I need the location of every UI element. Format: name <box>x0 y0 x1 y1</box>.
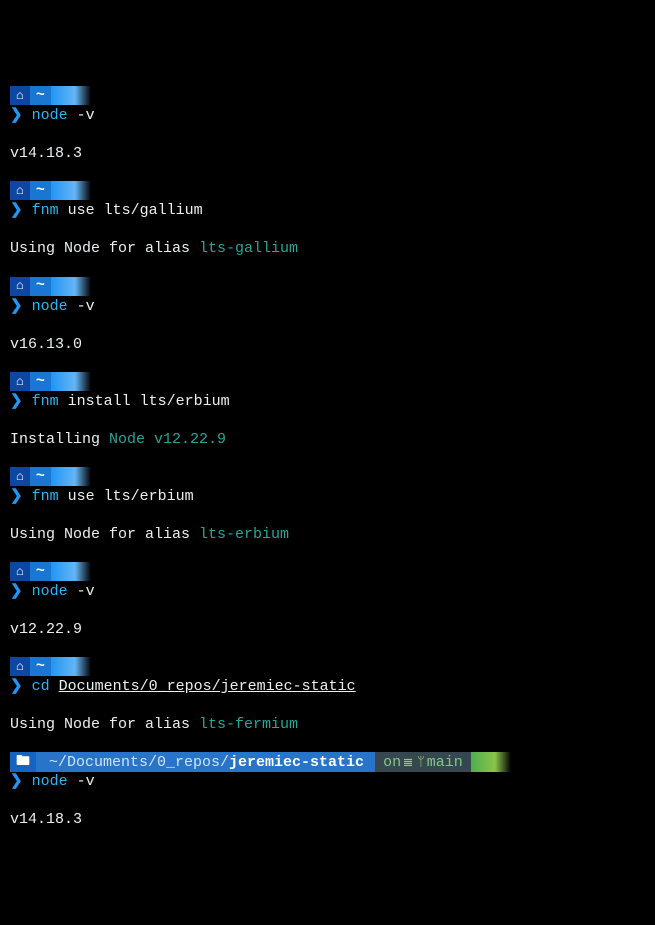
prompt-arrow: ❯ <box>10 202 23 219</box>
command-args: use lts/erbium <box>68 488 194 505</box>
prompt-line[interactable]: ❯ node -v <box>10 772 645 791</box>
cwd-tilde: ~ <box>30 277 51 296</box>
command-path-arg: Documents/0_repos/jeremiec-static <box>59 678 356 695</box>
output-alias: Node v12.22.9 <box>109 431 226 448</box>
terminal-block: ~/Documents/0_repos/jeremiec-static on m… <box>10 752 645 829</box>
output-line: Using Node for alias lts-gallium <box>10 240 298 257</box>
command-binary: cd <box>32 678 50 695</box>
terminal-block: ~ ❯ fnm install lts/erbium Installing No… <box>10 372 645 449</box>
prompt-line[interactable]: ❯ fnm use lts/erbium <box>10 487 645 506</box>
prompt-arrow: ❯ <box>10 678 23 695</box>
home-icon <box>10 277 30 296</box>
command-binary: node <box>32 107 68 124</box>
command-args: -v <box>77 583 95 600</box>
output-line: v14.18.3 <box>10 145 82 162</box>
prompt-line[interactable]: ❯ node -v <box>10 106 645 125</box>
cwd-badge: ~ <box>10 372 91 391</box>
branch-icon <box>415 753 427 772</box>
command-binary: fnm <box>32 393 59 410</box>
git-icon <box>401 753 415 772</box>
prompt-arrow: ❯ <box>10 583 23 600</box>
output-line: v14.18.3 <box>10 811 82 828</box>
command-args: install lts/erbium <box>68 393 230 410</box>
cwd-tilde: ~ <box>30 562 51 581</box>
cwd-badge: ~ <box>10 181 91 200</box>
command-binary: node <box>32 298 68 315</box>
badge-fade <box>51 181 91 200</box>
output-alias: lts-gallium <box>199 240 298 257</box>
terminal-block: ~ ❯ node -v v12.22.9 <box>10 562 645 639</box>
badge-fade <box>51 562 91 581</box>
prompt-line[interactable]: ❯ node -v <box>10 297 645 316</box>
cwd-badge: ~ <box>10 277 91 296</box>
terminal-block: ~ ❯ fnm use lts/erbium Using Node for al… <box>10 467 645 544</box>
home-icon <box>10 372 30 391</box>
command-args: -v <box>77 107 95 124</box>
cwd-tilde: ~ <box>30 372 51 391</box>
prompt-arrow: ❯ <box>10 393 23 410</box>
command-args: use lts/gallium <box>68 202 203 219</box>
home-icon <box>10 562 30 581</box>
command-binary: fnm <box>32 202 59 219</box>
command-binary: node <box>32 583 68 600</box>
cwd-badge: ~ <box>10 562 91 581</box>
command-binary: fnm <box>32 488 59 505</box>
home-icon <box>10 657 30 676</box>
cwd-badge: ~ <box>10 467 91 486</box>
badge-fade <box>51 467 91 486</box>
terminal-block: ~ ❯ fnm use lts/gallium Using Node for a… <box>10 181 645 258</box>
prompt-line[interactable]: ❯ cd Documents/0_repos/jeremiec-static <box>10 677 645 696</box>
prompt-line[interactable]: ❯ node -v <box>10 582 645 601</box>
prompt-arrow: ❯ <box>10 107 23 124</box>
terminal-block: ~ ❯ cd Documents/0_repos/jeremiec-static… <box>10 657 645 734</box>
cwd-tilde: ~ <box>30 181 51 200</box>
prompt-line[interactable]: ❯ fnm install lts/erbium <box>10 392 645 411</box>
badge-fade <box>471 752 511 772</box>
cwd-tilde: ~ <box>30 86 51 105</box>
prompt-arrow: ❯ <box>10 298 23 315</box>
badge-fade <box>51 657 91 676</box>
command-args: -v <box>77 773 95 790</box>
home-icon <box>10 467 30 486</box>
cwd-badge: ~ <box>10 86 91 105</box>
home-icon <box>10 181 30 200</box>
badge-fade <box>51 372 91 391</box>
output-line: v16.13.0 <box>10 336 82 353</box>
prompt-line[interactable]: ❯ fnm use lts/gallium <box>10 201 645 220</box>
cwd-badge: ~ <box>10 657 91 676</box>
cwd-tilde: ~ <box>30 657 51 676</box>
output-alias: lts-fermium <box>199 716 298 733</box>
badge-fade <box>51 86 91 105</box>
prompt-arrow: ❯ <box>10 773 23 790</box>
terminal-block: ~ ❯ node -v v16.13.0 <box>10 277 645 354</box>
cwd-tilde: ~ <box>30 467 51 486</box>
badge-fade <box>51 277 91 296</box>
cwd-repo-badge: ~/Documents/0_repos/jeremiec-static on m… <box>10 752 511 772</box>
folder-icon <box>10 752 36 772</box>
cwd-path: ~/Documents/0_repos/jeremiec-static <box>36 752 375 772</box>
home-icon <box>10 86 30 105</box>
output-line: Installing Node v12.22.9 <box>10 431 226 448</box>
git-status: on main <box>375 752 471 772</box>
output-line: v12.22.9 <box>10 621 82 638</box>
command-binary: node <box>32 773 68 790</box>
prompt-arrow: ❯ <box>10 488 23 505</box>
command-args: -v <box>77 298 95 315</box>
output-line: Using Node for alias lts-fermium <box>10 716 298 733</box>
output-line: Using Node for alias lts-erbium <box>10 526 289 543</box>
terminal-block: ~ ❯ node -v v14.18.3 <box>10 86 645 163</box>
output-alias: lts-erbium <box>199 526 289 543</box>
